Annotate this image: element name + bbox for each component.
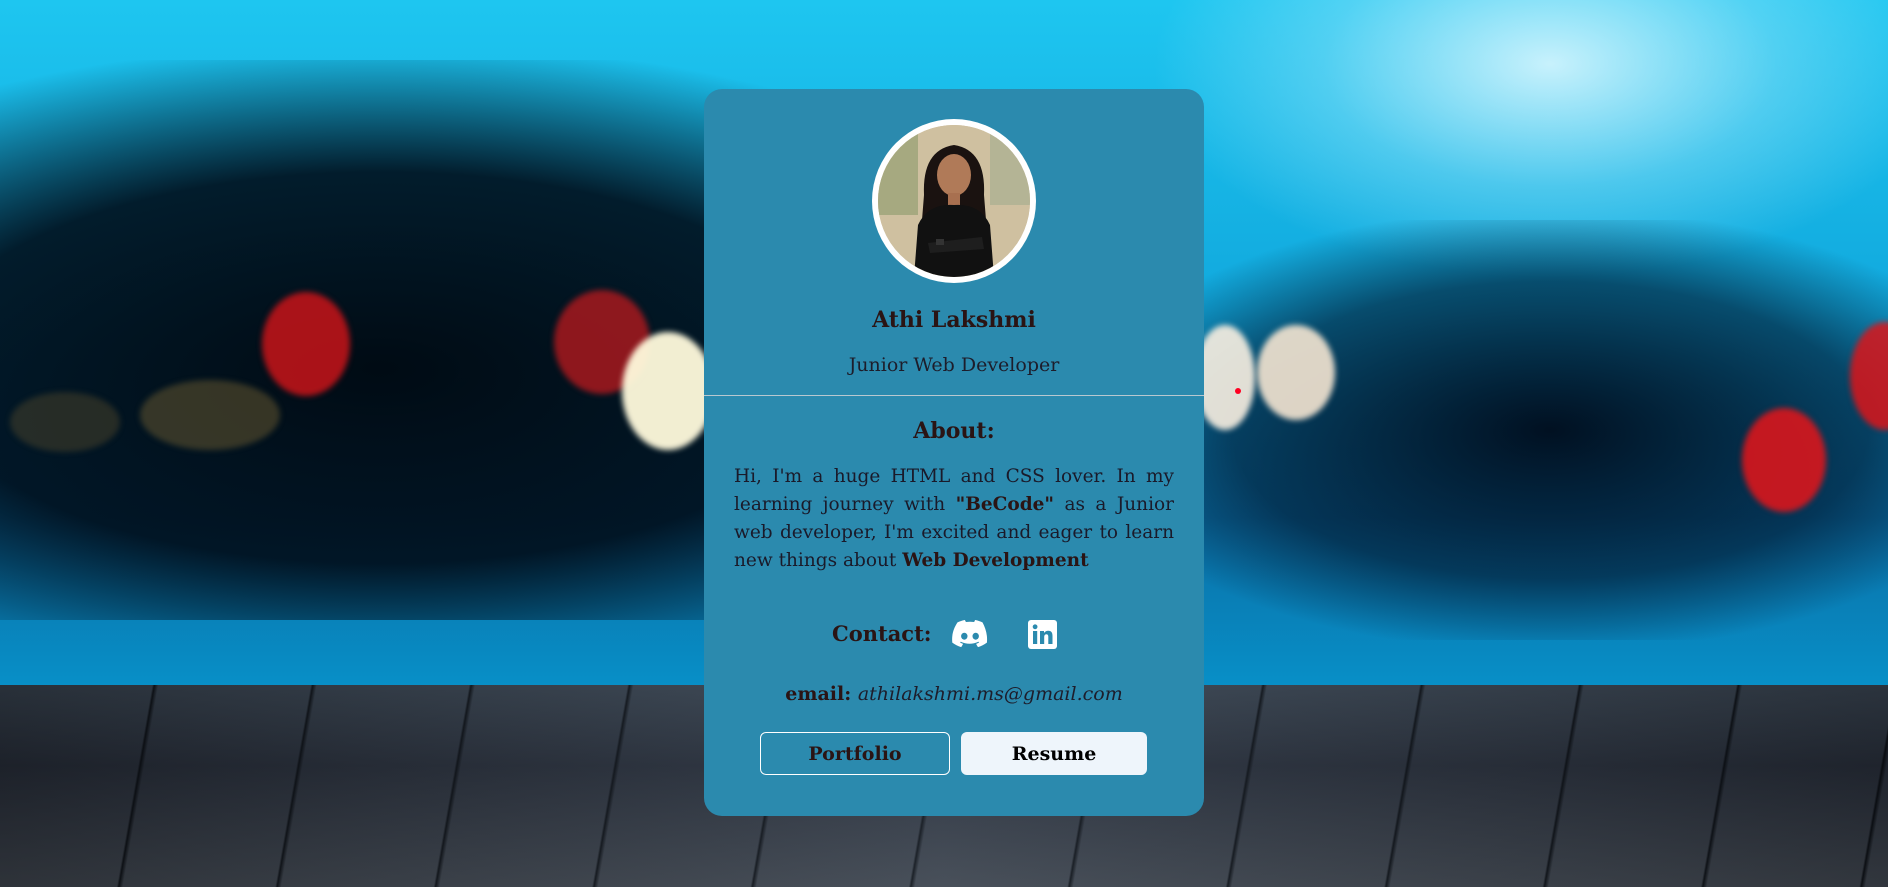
email-value[interactable]: athilakshmi.ms@gmail.com — [858, 683, 1123, 705]
discord-icon[interactable] — [952, 620, 988, 648]
avatar — [878, 125, 1030, 277]
about-title: About: — [913, 418, 995, 444]
profile-card: Athi Lakshmi Junior Web Developer About:… — [704, 89, 1204, 816]
bokeh-light — [1257, 325, 1335, 420]
contact-row: Contact: — [704, 615, 1204, 655]
profile-role: Junior Web Developer — [848, 354, 1060, 376]
bokeh-light — [262, 292, 350, 396]
bokeh-light — [1195, 325, 1255, 430]
avatar-frame — [872, 119, 1036, 283]
divider — [704, 395, 1204, 396]
contact-label: Contact: — [832, 621, 932, 646]
about-text: Hi, I'm a huge HTML and CSS lover. In my… — [734, 463, 1174, 575]
bokeh-light — [1742, 408, 1826, 512]
about-highlight-webdev: Web Development — [902, 550, 1089, 571]
resume-button[interactable]: Resume — [961, 732, 1147, 775]
bokeh-light — [1235, 388, 1241, 394]
linkedin-icon[interactable] — [1028, 620, 1057, 649]
email-label: email: — [785, 683, 858, 705]
about-highlight-becode: "BeCode" — [955, 494, 1055, 515]
profile-name: Athi Lakshmi — [872, 307, 1036, 333]
bokeh-light — [622, 332, 714, 450]
bokeh-light — [10, 392, 120, 452]
avatar-photo — [878, 125, 1030, 277]
email-row: email: athilakshmi.ms@gmail.com — [704, 683, 1204, 705]
portfolio-button[interactable]: Portfolio — [760, 732, 950, 775]
bokeh-light — [140, 380, 280, 450]
